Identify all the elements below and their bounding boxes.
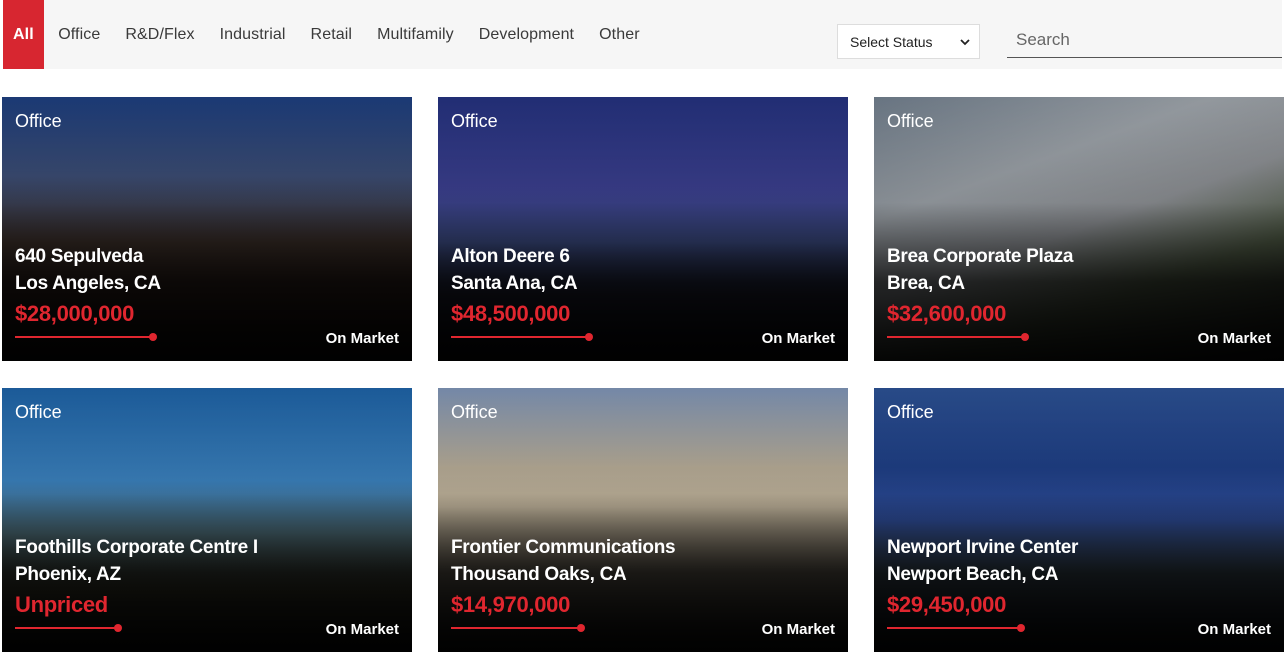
listing-card[interactable]: Office Alton Deere 6 Santa Ana, CA $48,500,… [438,97,848,361]
listing-name: 640 Sepulveda [15,246,144,267]
listing-location: Los Angeles, CA [15,273,161,294]
listing-name: Brea Corporate Plaza [887,246,1074,267]
listing-type: Office [451,111,498,131]
price-underline-dot [1017,624,1025,632]
tab-development[interactable]: Development [466,0,586,69]
listing-name: Foothills Corporate Centre I [15,537,258,558]
listing-card[interactable]: Office Newport Irvine Center Newport Beach… [874,388,1284,652]
listing-price: $32,600,000 [887,301,1007,326]
price-underline [15,627,118,629]
price-underline-dot [577,624,585,632]
chevron-down-icon [960,39,970,46]
listing-price: $48,500,000 [451,301,571,326]
search-field [1007,22,1282,58]
price-underline-dot [114,624,122,632]
listing-type: Office [451,402,498,422]
listing-card[interactable]: Office 640 Sepulveda Los Angeles, CA $28,00… [2,97,412,361]
listing-name: Frontier Communications [451,537,676,558]
price-underline-dot [149,333,157,341]
listing-name: Alton Deere 6 [451,246,570,267]
tab-retail[interactable]: Retail [298,0,365,69]
tab-all[interactable]: All [3,0,44,69]
listing-type: Office [887,402,934,422]
listing-location: Santa Ana, CA [451,273,578,294]
listing-type: Office [887,111,934,131]
listing-type: Office [15,111,62,131]
price-underline [15,336,153,338]
tab-industrial[interactable]: Industrial [207,0,298,69]
price-underline-dot [1021,333,1029,341]
listing-status: On Market [325,621,399,638]
listing-price: Unpriced [15,592,108,617]
listing-location: Newport Beach, CA [887,564,1059,585]
listing-location: Brea, CA [887,273,965,294]
tab-multifamily[interactable]: Multifamily [365,0,467,69]
price-underline [451,627,581,629]
price-underline [887,336,1025,338]
listing-status: On Market [325,330,399,347]
tab-r-d-flex[interactable]: R&D/Flex [113,0,207,69]
status-select[interactable]: Select Status [837,24,980,59]
filter-bar: All Office R&D/Flex Industrial Retail Multifa… [3,0,1282,69]
price-underline [451,336,589,338]
listing-location: Thousand Oaks, CA [451,564,627,585]
listing-status: On Market [1197,330,1271,347]
listing-card[interactable]: Office Foothills Corporate Centre I Phoeni… [2,388,412,652]
listing-price: $29,450,000 [887,592,1007,617]
price-underline-dot [585,333,593,341]
tab-other[interactable]: Other [587,0,653,69]
listing-location: Phoenix, AZ [15,564,121,585]
listing-status: On Market [1197,621,1271,638]
listing-status: On Market [761,330,835,347]
listing-type: Office [15,402,62,422]
listing-status: On Market [761,621,835,638]
listing-card[interactable]: Office Brea Corporate Plaza Brea, CA $32,60… [874,97,1284,361]
price-underline [887,627,1021,629]
category-tabs: All Office R&D/Flex Industrial Retail Multifa… [3,0,652,69]
listing-price: $14,970,000 [451,592,571,617]
listing-name: Newport Irvine Center [887,537,1079,558]
listing-card[interactable]: Office Frontier Communications Thousand Oa… [438,388,848,652]
status-select-value: Select Status [850,33,933,50]
tab-office[interactable]: Office [46,0,113,69]
listing-price: $28,000,000 [15,301,135,326]
search-input[interactable] [1007,22,1282,57]
